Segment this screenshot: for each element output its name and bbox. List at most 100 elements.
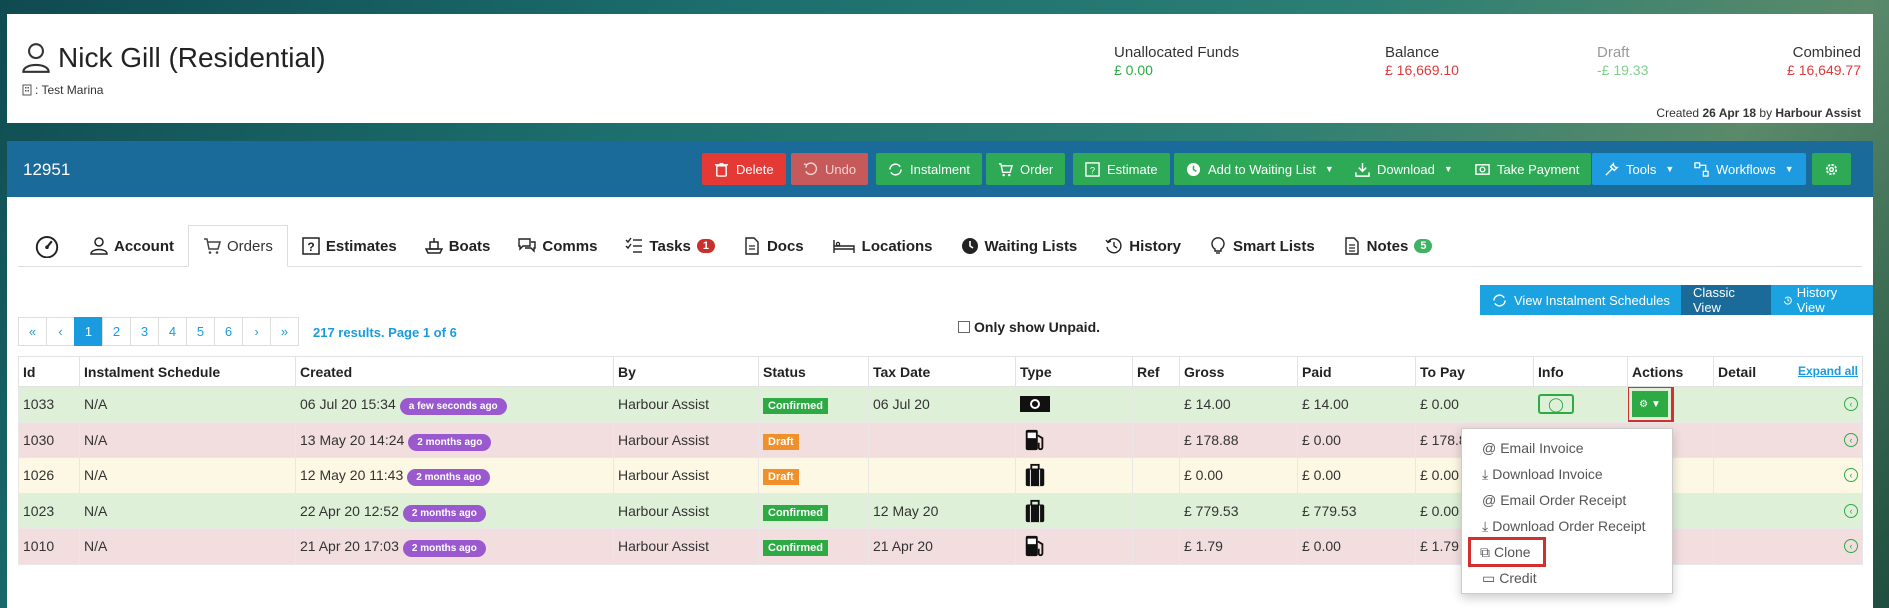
cell-detail: ‹ [1713,457,1863,494]
expand-all-link[interactable]: Expand all [1798,364,1858,378]
classic-view-button[interactable]: Classic View [1681,285,1771,315]
draft-total: Draft -£ 19.33 [1597,44,1649,78]
expand-detail-icon[interactable]: ‹ [1844,503,1858,518]
cell-ref [1132,457,1180,494]
col-type: Type [1015,356,1133,387]
tab-boats[interactable]: Boats [411,225,505,267]
page-4[interactable]: 4 [158,317,187,346]
page-6[interactable]: 6 [214,317,243,346]
tools-button[interactable]: Tools ▼ [1592,153,1687,185]
cell-ref [1132,421,1180,458]
expand-detail-icon[interactable]: ‹ [1844,432,1858,447]
menu-email-order-receipt[interactable]: @ Email Order Receipt [1462,487,1672,513]
payment-info-icon[interactable]: ◯ [1538,394,1574,415]
page-3[interactable]: 3 [130,317,159,346]
customer-title: Nick Gill (Residential) [22,42,326,74]
cell-id: 1030 [18,421,80,458]
fuel-icon [1020,429,1050,450]
actions-menu-button[interactable]: ⚙ ▼ [1628,387,1674,422]
download-button[interactable]: Download ▼ [1343,153,1465,185]
expand-detail-icon[interactable]: ‹ [1844,397,1858,412]
cell-tax-date: 06 Jul 20 [868,386,1016,423]
cell-gross: £ 0.00 [1179,457,1298,494]
tab-tasks[interactable]: Tasks 1 [611,225,729,267]
download-icon: ⤓ [1482,517,1489,534]
gear-icon: ⚙ [1639,398,1649,410]
menu-clone[interactable]: ⧉ Clone [1468,537,1546,567]
delete-button[interactable]: Delete [702,153,786,185]
fuel-icon [1020,536,1050,557]
status-badge: Draft [763,469,799,486]
question-icon: ? [302,237,320,255]
status-badge: Confirmed [763,398,828,415]
cell-detail: ‹ [1713,492,1863,529]
order-button[interactable]: Order [986,153,1066,185]
tab-locations[interactable]: Locations [818,225,947,267]
cell-instalment-schedule: N/A [79,528,296,565]
tab-orders[interactable]: Orders [188,225,288,267]
page-first[interactable]: « [18,317,47,346]
tab-account[interactable]: Account [76,225,188,267]
expand-detail-icon[interactable]: ‹ [1844,539,1858,554]
settings-button[interactable] [1812,153,1851,185]
svg-text:?: ? [1090,165,1095,175]
expand-detail-icon[interactable]: ‹ [1844,468,1858,483]
at-icon: @ [1482,440,1497,456]
page-prev[interactable]: ‹ [46,317,75,346]
take-payment-button[interactable]: Take Payment [1463,153,1592,185]
bag-icon [1020,464,1050,487]
page-last[interactable]: » [270,317,299,346]
cell-detail: ‹ [1713,386,1863,423]
history-view-button[interactable]: History View [1770,285,1873,315]
cell-by: Harbour Assist [613,421,759,458]
add-to-waiting-list-button[interactable]: Add to Waiting List ▼ [1174,153,1346,185]
undo-button[interactable]: Undo [791,153,869,185]
table-row[interactable]: 1033 N/A 06 Jul 20 15:34 a few seconds ago H… [18,386,1863,423]
clock-icon [1186,162,1201,176]
cell-paid: £ 779.53 [1297,492,1416,529]
menu-credit[interactable]: ▭ Credit [1462,565,1672,591]
page-5[interactable]: 5 [186,317,215,346]
cart-icon [204,238,221,254]
col-to-pay: To Pay [1415,356,1534,387]
page-2[interactable]: 2 [102,317,131,346]
menu-email-invoice[interactable]: @ Email Invoice [1462,435,1672,461]
tab-history[interactable]: History [1091,225,1195,267]
page-next[interactable]: › [242,317,271,346]
tab-docs[interactable]: Docs [729,225,818,267]
tab-smart-lists[interactable]: Smart Lists [1195,225,1329,267]
tab-estimates[interactable]: ? Estimates [288,225,411,267]
tab-dashboard[interactable] [18,225,76,267]
estimate-button[interactable]: ? Estimate [1073,153,1170,185]
cell-type [1015,421,1133,458]
col-tax-date: Tax Date [868,356,1016,387]
tab-notes[interactable]: Notes 5 [1329,225,1447,267]
cell-by: Harbour Assist [613,386,759,423]
only-unpaid-filter[interactable]: Only show Unpaid. [958,319,1100,335]
menu-download-order-receipt[interactable]: ⤓ Download Order Receipt [1462,513,1672,539]
customer-header: Nick Gill (Residential) : Test Marina Un… [7,14,1873,123]
undo-icon [803,161,818,175]
at-icon: @ [1482,492,1497,508]
cell-type [1015,457,1133,494]
copy-icon: ⧉ [1480,543,1490,560]
pagination: « ‹ 1 2 3 4 5 6 › » [18,317,299,346]
workflows-button[interactable]: Workflows ▼ [1682,153,1806,185]
page-1[interactable]: 1 [74,317,103,346]
col-paid: Paid [1297,356,1416,387]
tab-comms[interactable]: Comms [504,225,611,267]
cell-by: Harbour Assist [613,457,759,494]
cell-by: Harbour Assist [613,528,759,565]
tab-waiting-lists[interactable]: Waiting Lists [947,225,1092,267]
record-tabs: Account Orders ? Estimates Boats Comms T… [18,225,1862,267]
question-icon: ? [1085,161,1100,177]
col-info: Info [1533,356,1628,387]
menu-download-invoice[interactable]: ⤓ Download Invoice [1462,461,1672,487]
cell-id: 1026 [18,457,80,494]
cell-created: 13 May 20 14:24 2 months ago [295,421,614,458]
view-instalment-schedules-button[interactable]: View Instalment Schedules [1480,285,1682,315]
cell-id: 1023 [18,492,80,529]
caret-down-icon: ▼ [1784,164,1794,174]
only-unpaid-checkbox[interactable] [958,321,970,333]
instalment-button[interactable]: Instalment [876,153,982,185]
